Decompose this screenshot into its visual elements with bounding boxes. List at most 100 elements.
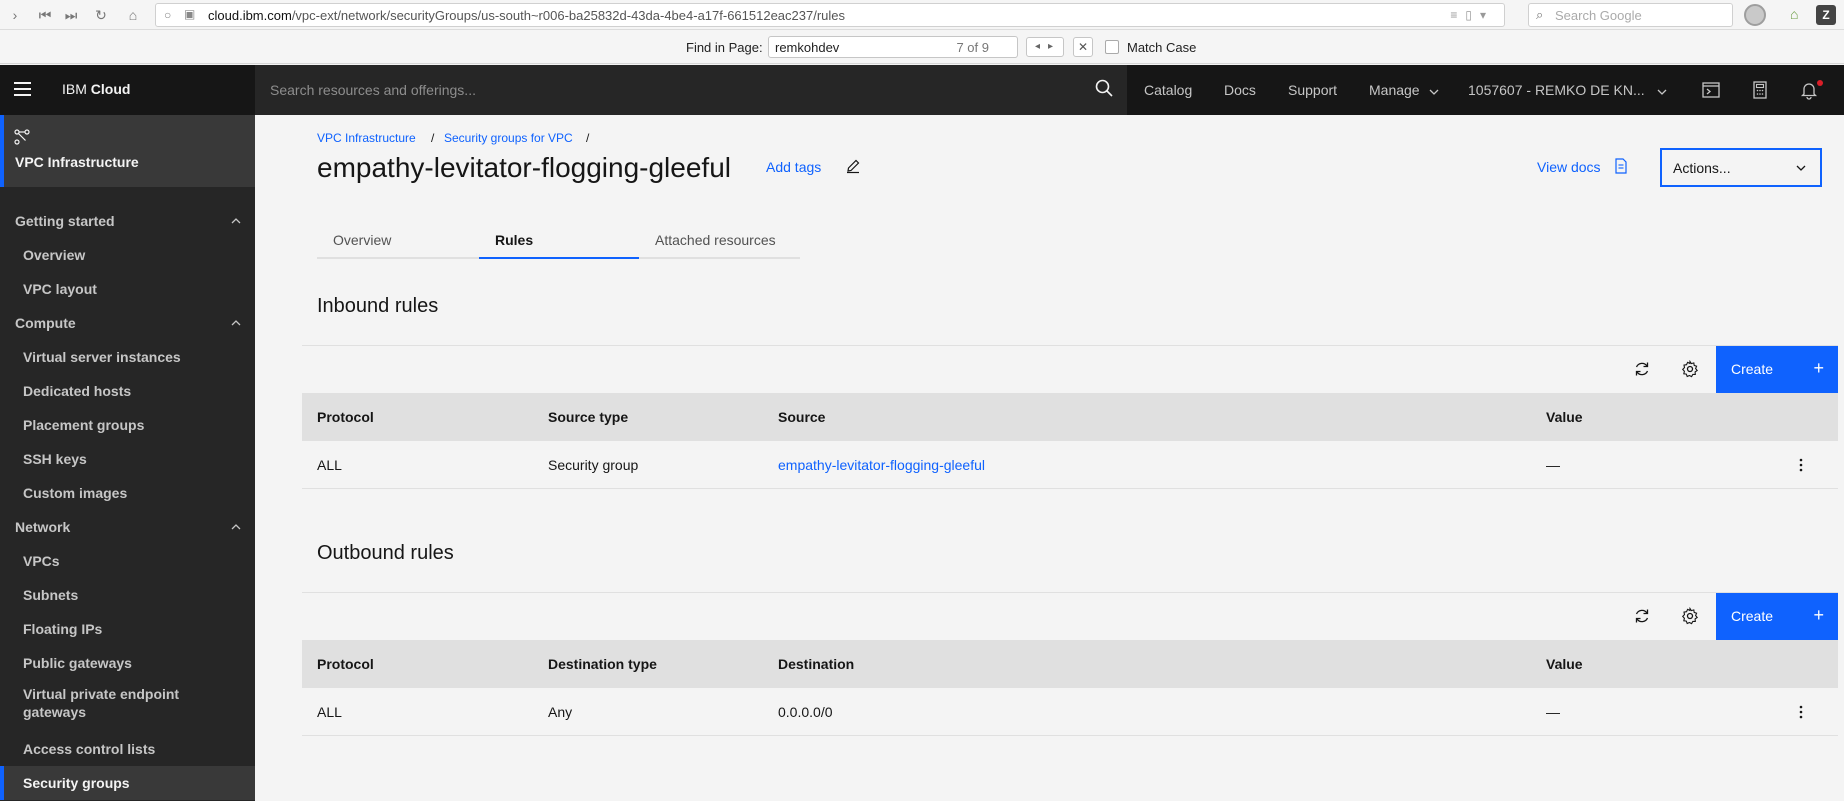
catalog-link[interactable]: Catalog	[1144, 82, 1192, 98]
shield-icon: ○	[164, 8, 172, 22]
global-search-input[interactable]: Search resources and offerings...	[255, 65, 1127, 115]
column-header[interactable]: Destination	[778, 656, 854, 672]
edit-icon[interactable]	[845, 158, 861, 174]
sidebar-item-virtual-server-instances[interactable]: Virtual server instances	[0, 340, 255, 374]
column-header[interactable]: Value	[1546, 656, 1583, 672]
rule-source-link[interactable]: empathy-levitator-flogging-gleeful	[778, 457, 985, 473]
browser-toolbar: › ⏮ ⏭ ↻ ⌂ ○ ▣ cloud.ibm.com/vpc-ext/netw…	[0, 0, 1844, 30]
sidebar-item-ssh-keys[interactable]: SSH keys	[0, 442, 255, 476]
nav-group-network[interactable]: Network	[0, 510, 255, 544]
sidebar-item-vpcs[interactable]: VPCs	[0, 544, 255, 578]
account-switcher[interactable]: 1057607 - REMKO DE KN...	[1468, 82, 1667, 98]
column-header[interactable]: Source	[778, 409, 825, 425]
breadcrumb-separator: /	[586, 131, 590, 145]
refresh-icon[interactable]	[1633, 360, 1651, 378]
sidebar-item-security-groups[interactable]: Security groups	[0, 766, 255, 800]
rule-value: —	[1546, 457, 1560, 473]
sidebar-item-placement-groups[interactable]: Placement groups	[0, 408, 255, 442]
breadcrumb-vpc-infrastructure[interactable]: VPC Infrastructure	[317, 131, 416, 145]
reload-icon[interactable]: ↻	[92, 6, 110, 24]
docs-link[interactable]: Docs	[1224, 82, 1256, 98]
sidebar-item-public-gateways[interactable]: Public gateways	[0, 646, 255, 680]
create-inbound-rule-button[interactable]: Create +	[1716, 346, 1838, 394]
sidebar-item-floating-ips[interactable]: Floating IPs	[0, 612, 255, 646]
find-prev-next-buttons[interactable]: ◂▸	[1026, 37, 1064, 57]
column-header[interactable]: Value	[1546, 409, 1583, 425]
sidebar-item-vpe-gateways[interactable]: Virtual private endpoint gateways	[0, 683, 255, 727]
left-nav: VPC Infrastructure Getting started Overv…	[0, 115, 255, 801]
tab-rules[interactable]: Rules	[479, 220, 639, 259]
breadcrumb-security-groups[interactable]: Security groups for VPC	[444, 131, 573, 145]
table-row: ALL Any 0.0.0.0/0 —	[302, 688, 1838, 736]
outbound-table-header: Protocol Destination type Destination Va…	[302, 640, 1838, 688]
skip-back-icon[interactable]: ⏮	[36, 6, 54, 24]
find-label: Find in Page:	[686, 40, 763, 55]
support-link[interactable]: Support	[1288, 82, 1337, 98]
notification-icon[interactable]	[1799, 80, 1819, 100]
address-bar[interactable]: ○ ▣ cloud.ibm.com/vpc-ext/network/securi…	[155, 3, 1505, 27]
outbound-table-toolbar: Create +	[302, 592, 1838, 641]
menu-icon[interactable]	[14, 82, 31, 96]
column-header[interactable]: Protocol	[317, 409, 374, 425]
actions-dropdown[interactable]: Actions...	[1660, 148, 1822, 187]
inbound-table-toolbar: Create +	[302, 345, 1838, 394]
document-icon[interactable]	[1614, 158, 1628, 174]
tab-attached-resources[interactable]: Attached resources	[639, 220, 800, 259]
sidebar-item-dedicated-hosts[interactable]: Dedicated hosts	[0, 374, 255, 408]
search-icon[interactable]	[1095, 79, 1113, 97]
settings-icon[interactable]	[1681, 360, 1699, 378]
zotero-icon[interactable]: Z	[1816, 5, 1836, 25]
outbound-rules-title: Outbound rules	[317, 542, 454, 564]
manage-menu[interactable]: Manage	[1369, 82, 1439, 98]
add-tags-link[interactable]: Add tags	[766, 159, 821, 175]
column-header[interactable]: Source type	[548, 409, 628, 425]
inbound-rules-title: Inbound rules	[317, 295, 439, 317]
settings-icon[interactable]	[1681, 607, 1699, 625]
close-icon[interactable]: ✕	[1073, 37, 1093, 57]
lock-icon: ▣	[184, 7, 196, 21]
sidebar-item-vpc-layout[interactable]: VPC layout	[0, 272, 255, 306]
browser-search-input[interactable]: ⌕ Search Google	[1528, 3, 1733, 27]
forward-arrow-icon[interactable]: ›	[6, 6, 24, 24]
overflow-menu-icon[interactable]	[1799, 457, 1803, 473]
chevron-up-icon	[231, 524, 241, 530]
reader-bookmark-icons[interactable]: ≡▯▾	[1450, 8, 1494, 22]
view-docs-link[interactable]: View docs	[1537, 159, 1601, 175]
actions-label: Actions...	[1673, 160, 1731, 176]
create-label: Create	[1731, 608, 1774, 624]
home-icon[interactable]: ⌂	[124, 6, 142, 24]
sidebar-item-overview[interactable]: Overview	[0, 238, 255, 272]
find-in-page-bar: Find in Page: remkohdev 7 of 9 ◂▸ ✕ Matc…	[0, 30, 1844, 64]
sidebar-item-subnets[interactable]: Subnets	[0, 578, 255, 612]
match-case-label: Match Case	[1127, 40, 1197, 55]
skip-forward-icon[interactable]: ⏭	[62, 6, 80, 24]
refresh-icon[interactable]	[1633, 607, 1651, 625]
rule-destination: 0.0.0.0/0	[778, 704, 833, 720]
tab-overview[interactable]: Overview	[317, 220, 479, 259]
rule-protocol: ALL	[317, 457, 342, 473]
column-header[interactable]: Protocol	[317, 656, 374, 672]
sidebar-item-access-control-lists[interactable]: Access control lists	[0, 732, 255, 766]
create-outbound-rule-button[interactable]: Create +	[1716, 593, 1838, 641]
match-case-checkbox[interactable]	[1105, 40, 1119, 54]
find-input[interactable]: remkohdev 7 of 9	[768, 36, 1018, 58]
vpc-icon	[14, 129, 30, 145]
chevron-up-icon	[231, 320, 241, 326]
calculator-icon[interactable]	[1750, 80, 1770, 100]
sidebar-item-custom-images[interactable]: Custom images	[0, 476, 255, 510]
nav-group-getting-started[interactable]: Getting started	[0, 204, 255, 238]
nav-header[interactable]: VPC Infrastructure	[0, 115, 255, 187]
add-icon: +	[1813, 358, 1824, 378]
cloud-shell-icon[interactable]	[1701, 80, 1721, 100]
rule-source-type: Security group	[548, 457, 639, 473]
add-icon: +	[1813, 605, 1824, 625]
overflow-menu-icon[interactable]	[1799, 704, 1803, 720]
extension-icon[interactable]: ⌂	[1790, 6, 1798, 22]
find-value: remkohdev	[775, 40, 840, 55]
column-header[interactable]: Destination type	[548, 656, 657, 672]
create-label: Create	[1731, 361, 1774, 377]
brand[interactable]: IBM Cloud	[62, 81, 130, 97]
avatar[interactable]	[1744, 4, 1766, 26]
nav-group-compute[interactable]: Compute	[0, 306, 255, 340]
notification-badge	[1817, 80, 1823, 86]
